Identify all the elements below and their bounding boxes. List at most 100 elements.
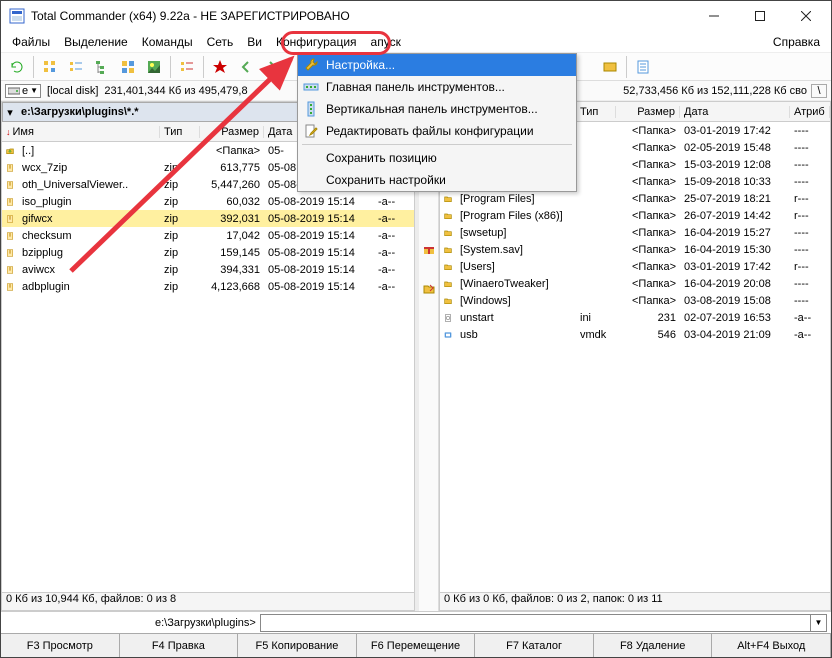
file-attr: -a-- (374, 230, 414, 242)
file-icon (440, 312, 456, 324)
col-date[interactable]: Дата (680, 106, 790, 118)
file-row[interactable]: adbpluginzip4,123,66805-08-2019 15:14-a-… (2, 278, 414, 295)
altf4-button[interactable]: Alt+F4 Выход (712, 634, 831, 657)
view-tree-icon[interactable] (90, 55, 114, 79)
file-name: wcx_7zip (18, 162, 160, 174)
col-name[interactable]: ↓Имя (2, 126, 160, 138)
file-attr: -a-- (374, 196, 414, 208)
col-attr[interactable]: Атриб (790, 106, 830, 118)
file-attr: ---- (790, 142, 830, 154)
menu-start[interactable]: апуск (364, 33, 408, 51)
file-date: 16-04-2019 20:08 (680, 278, 790, 290)
file-date: 15-09-2018 10:33 (680, 176, 790, 188)
command-dropdown-icon[interactable]: ▼ (811, 614, 827, 632)
file-size: 17,042 (200, 230, 264, 242)
f4-button[interactable]: F4 Правка (120, 634, 239, 657)
maximize-button[interactable] (737, 1, 783, 31)
file-row[interactable]: usbvmdk54603-04-2019 21:09-a-- (440, 326, 830, 343)
menu-commands[interactable]: Команды (135, 33, 200, 51)
file-icon (440, 261, 456, 273)
file-name: checksum (18, 230, 160, 242)
menu-view[interactable]: Ви (240, 33, 269, 51)
file-row[interactable]: [WinaeroTweaker]<Папка>16-04-2019 20:08-… (440, 275, 830, 292)
file-row[interactable]: aviwcxzip394,33105-08-2019 15:14-a-- (2, 261, 414, 278)
view-list-icon[interactable] (38, 55, 62, 79)
file-row[interactable]: unstartini23102-07-2019 16:53-a-- (440, 309, 830, 326)
menu-main-toolbar[interactable]: Главная панель инструментов... (298, 76, 576, 98)
close-button[interactable] (783, 1, 829, 31)
menu-settings[interactable]: Настройка... (298, 54, 576, 76)
file-size: 60,032 (200, 196, 264, 208)
toolbar-v-icon (302, 100, 320, 118)
file-icon (2, 247, 18, 259)
f8-button[interactable]: F8 Удаление (594, 634, 713, 657)
file-icon (440, 278, 456, 290)
file-attr: r--- (790, 193, 830, 205)
file-type: ini (576, 312, 616, 324)
file-size: <Папка> (616, 142, 680, 154)
file-size: 546 (616, 329, 680, 341)
file-icon (440, 329, 456, 341)
invert-icon[interactable] (175, 55, 199, 79)
view-full-icon[interactable] (116, 55, 140, 79)
path-down-icon[interactable]: ▾ (3, 106, 17, 119)
f7-button[interactable]: F7 Каталог (475, 634, 594, 657)
file-icon (440, 193, 456, 205)
back-icon[interactable] (234, 55, 258, 79)
f5-button[interactable]: F5 Копирование (238, 634, 357, 657)
col-size[interactable]: Размер (616, 106, 680, 118)
menu-config[interactable]: Конфигурация (269, 33, 364, 51)
menu-net[interactable]: Сеть (200, 33, 241, 51)
view-brief-icon[interactable] (64, 55, 88, 79)
star-icon[interactable] (208, 55, 232, 79)
col-size[interactable]: Размер (200, 126, 264, 138)
file-date: 03-01-2019 17:42 (680, 261, 790, 273)
file-name: [Program Files (x86)] (456, 210, 576, 222)
menu-save-settings[interactable]: Сохранить настройки (298, 169, 576, 191)
file-row[interactable]: gifwcxzip392,03105-08-2019 15:14-a-- (2, 210, 414, 227)
view-thumbnails-icon[interactable] (142, 55, 166, 79)
nav-gift-icon[interactable] (421, 241, 437, 257)
menu-help[interactable]: Справка (766, 33, 827, 51)
file-name: adbplugin (18, 281, 160, 293)
notepad-icon[interactable] (631, 55, 655, 79)
file-row[interactable]: [Users]<Папка>03-01-2019 17:42r--- (440, 258, 830, 275)
file-row[interactable]: iso_pluginzip60,03205-08-2019 15:14-a-- (2, 193, 414, 210)
file-icon (2, 162, 18, 174)
minimize-button[interactable] (691, 1, 737, 31)
file-row[interactable]: checksumzip17,04205-08-2019 15:14-a-- (2, 227, 414, 244)
file-type: zip (160, 281, 200, 293)
menu-edit-config[interactable]: Редактировать файлы конфигурации (298, 120, 576, 142)
f3-button[interactable]: F3 Просмотр (1, 634, 120, 657)
menu-selection[interactable]: Выделение (57, 33, 135, 51)
file-attr: ---- (790, 244, 830, 256)
file-row[interactable]: [Windows]<Папка>03-08-2019 15:08---- (440, 292, 830, 309)
right-file-list[interactable]: <Папка>03-01-2019 17:42----<Папка>02-05-… (440, 122, 830, 592)
menu-vert-toolbar[interactable]: Вертикальная панель инструментов... (298, 98, 576, 120)
command-input[interactable] (260, 614, 811, 632)
drive-selector[interactable]: e ▼ (5, 84, 41, 98)
file-icon (440, 244, 456, 256)
left-file-list[interactable]: [..]<Папка>05-wcx_7zipzip613,77505-08oth… (2, 142, 414, 592)
file-row[interactable]: [Program Files (x86)]<Папка>26-07-2019 1… (440, 207, 830, 224)
file-row[interactable]: bzipplugzip159,14505-08-2019 15:14-a-- (2, 244, 414, 261)
f6-button[interactable]: F6 Перемещение (357, 634, 476, 657)
col-type[interactable]: Тип (576, 106, 616, 118)
toolbar-icon-1[interactable] (598, 55, 622, 79)
refresh-icon[interactable] (5, 55, 29, 79)
forward-icon[interactable] (260, 55, 284, 79)
nav-folder-icon[interactable] (421, 281, 437, 297)
file-row[interactable]: [swsetup]<Папка>16-04-2019 15:27---- (440, 224, 830, 241)
menu-files[interactable]: Файлы (5, 33, 57, 51)
col-type[interactable]: Тип (160, 126, 200, 138)
file-attr: -a-- (374, 247, 414, 259)
file-size: <Папка> (616, 278, 680, 290)
file-row[interactable]: [Program Files]<Папка>25-07-2019 18:21r-… (440, 190, 830, 207)
file-name: oth_UniversalViewer.. (18, 179, 160, 191)
menu-save-pos[interactable]: Сохранить позицию (298, 147, 576, 169)
file-row[interactable]: [System.sav]<Папка>16-04-2019 15:30---- (440, 241, 830, 258)
file-attr: -a-- (374, 264, 414, 276)
menubar: Файлы Выделение Команды Сеть Ви Конфигур… (1, 31, 831, 53)
drive-root-button[interactable]: \ (811, 84, 827, 98)
file-icon (2, 230, 18, 242)
